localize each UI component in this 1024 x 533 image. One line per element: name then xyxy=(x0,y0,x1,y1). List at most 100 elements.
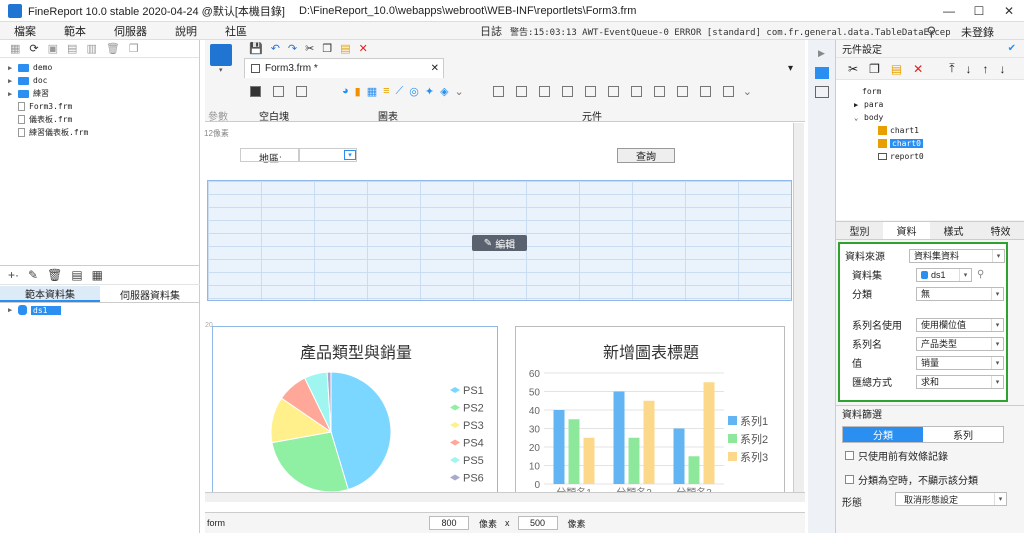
width-input[interactable]: 800 xyxy=(429,516,469,530)
chart1-block[interactable]: 產品類型與銷量 PS1 PS2 PS3 PS4 PS5 PS6 xyxy=(212,326,498,494)
area-chart-icon[interactable]: ≡ xyxy=(383,85,389,97)
dataset-select[interactable]: ds1 ▾ xyxy=(916,267,972,282)
textbox-widget-icon[interactable] xyxy=(515,85,527,97)
vertical-scrollbar[interactable] xyxy=(793,123,804,493)
delete-icon[interactable]: ✕ xyxy=(913,62,923,76)
tree-item-demo[interactable]: ▶ demo xyxy=(8,61,199,74)
tree-chart1[interactable]: chart1 xyxy=(836,124,1024,137)
tree-chart0[interactable]: chart0 xyxy=(836,137,1024,150)
dataset-item[interactable]: ▶ ds1 xyxy=(8,305,61,315)
maximize-button[interactable]: ☐ xyxy=(964,0,994,22)
move-bottom-icon[interactable]: ↓ xyxy=(1000,62,1006,76)
tab-block-icon[interactable] xyxy=(273,85,284,97)
file-widget-icon[interactable] xyxy=(722,85,734,97)
map-chart-icon[interactable]: ◈ xyxy=(440,85,448,98)
value-select[interactable]: 销量 ▾ xyxy=(916,355,1004,370)
tree-item-form3[interactable]: Form3.frm xyxy=(8,100,199,113)
pin-icon[interactable]: ✔ xyxy=(1008,43,1016,54)
tree-form[interactable]: form xyxy=(836,85,1024,98)
cut-icon[interactable]: ✂ xyxy=(848,62,858,76)
tab-data[interactable]: 資料 xyxy=(883,222,930,239)
gauge-chart-icon[interactable]: ◎ xyxy=(409,85,419,98)
button-widget-icon[interactable] xyxy=(561,85,573,97)
seg-series[interactable]: 系列 xyxy=(923,427,1003,442)
check-hide-empty[interactable]: 分類為空時，不顯示該分類 xyxy=(845,472,978,487)
warning-message[interactable]: 警告:15:03:13 AWT-EventQueue-0 ERROR [stan… xyxy=(510,25,950,38)
tab-template-dataset[interactable]: 範本資料集 xyxy=(0,286,100,302)
chart0-block[interactable]: 新增圖表標題0102030405060分類名1分類名2分類名3系列1系列2系列3 xyxy=(515,326,785,499)
delete-icon[interactable]: ✕ xyxy=(359,42,368,55)
edit-button[interactable]: ✎ 編輯 xyxy=(472,235,527,251)
close-button[interactable]: ✕ xyxy=(994,0,1024,22)
tab-type[interactable]: 型別 xyxy=(836,222,883,239)
tree-para[interactable]: ▶ para xyxy=(836,98,1024,111)
search-icon[interactable]: ⚲ xyxy=(977,269,984,280)
list-widget-icon[interactable] xyxy=(630,85,642,97)
combo-widget-icon[interactable] xyxy=(584,85,596,97)
new-folder-icon[interactable]: ▦ xyxy=(10,42,20,55)
report-block-icon[interactable] xyxy=(296,85,307,97)
source-select[interactable]: 資料集資料 ▾ xyxy=(909,248,1005,263)
move-down-icon[interactable]: ↓ xyxy=(966,62,972,76)
tree-item-dashboard[interactable]: 儀表板.frm xyxy=(8,113,199,126)
login-link[interactable]: 未登錄 xyxy=(961,24,994,40)
paste-icon[interactable]: ▤ xyxy=(340,42,350,55)
open-icon[interactable]: ▣ xyxy=(48,42,58,55)
tab-close-icon[interactable]: ✕ xyxy=(431,63,439,74)
relation-icon[interactable]: ▦ xyxy=(92,268,103,282)
save-icon[interactable]: 💾 xyxy=(249,42,263,55)
widget-more-icon[interactable]: ⌄ xyxy=(743,85,752,98)
preview-dataset-icon[interactable]: ▤ xyxy=(71,268,82,282)
menu-template[interactable]: 範本 xyxy=(50,23,100,39)
menu-file[interactable]: 檔案 xyxy=(0,23,50,39)
pie-chart-icon[interactable]: ◕ xyxy=(342,85,349,97)
redo-icon[interactable]: ↷ xyxy=(288,42,297,55)
chart-more-icon[interactable]: ⌄ xyxy=(455,85,464,98)
move-top-icon[interactable]: ⤒ xyxy=(949,61,954,76)
tab-effect[interactable]: 特效 xyxy=(977,222,1024,239)
delete-dataset-icon[interactable]: 🗑 xyxy=(47,268,62,282)
tab-menu-icon[interactable]: ▾ xyxy=(788,63,793,74)
move-up-icon[interactable]: ↑ xyxy=(983,62,989,76)
minimize-button[interactable]: — xyxy=(934,0,964,22)
bar-chart-icon[interactable]: ▮ xyxy=(355,85,361,98)
cut-icon[interactable]: ✂ xyxy=(305,42,314,55)
label-widget-icon[interactable] xyxy=(492,85,504,97)
tree-widget-icon[interactable] xyxy=(653,85,665,97)
menu-server[interactable]: 伺服器 xyxy=(100,23,161,39)
region-dropdown-icon[interactable]: ▾ xyxy=(344,150,356,160)
radio-widget-icon[interactable] xyxy=(699,85,711,97)
scatter-chart-icon[interactable]: ⟋ xyxy=(396,85,404,98)
template-tab[interactable]: Form3.frm * ✕ xyxy=(244,58,444,78)
template-dropdown-icon[interactable]: ▾ xyxy=(219,66,223,74)
copy-icon[interactable]: ❐ xyxy=(322,42,332,55)
rename-icon[interactable]: ▤ xyxy=(67,42,77,55)
widget-settings-icon[interactable] xyxy=(814,67,829,79)
tab-server-dataset[interactable]: 伺服器資料集 xyxy=(100,286,200,302)
query-button[interactable]: 查詢 xyxy=(617,148,675,163)
checkbox-widget-icon[interactable] xyxy=(676,85,688,97)
shape-select[interactable]: 取消形態設定 ▾ xyxy=(895,492,1007,506)
date-widget-icon[interactable] xyxy=(607,85,619,97)
aggregate-select[interactable]: 求和 ▾ xyxy=(916,374,1004,389)
paste-icon[interactable]: ▤ xyxy=(891,62,902,76)
collapse-icon[interactable]: ▶ xyxy=(815,48,829,60)
delete-icon[interactable]: 🗑 xyxy=(106,42,120,55)
tab-style[interactable]: 樣式 xyxy=(930,222,977,239)
log-link[interactable]: 日誌 xyxy=(480,23,502,39)
edit-dataset-icon[interactable]: ✎ xyxy=(28,268,38,282)
undo-icon[interactable]: ↶ xyxy=(271,42,280,55)
copy-icon[interactable]: ❐ xyxy=(129,42,139,55)
tree-report0[interactable]: report0 xyxy=(836,150,1024,163)
refresh-icon[interactable]: ⟳ xyxy=(29,42,38,55)
lock-icon[interactable]: ▥ xyxy=(86,42,96,55)
block-icon[interactable] xyxy=(250,85,261,97)
search-icon[interactable]: ⚲ xyxy=(926,24,936,40)
horizontal-scrollbar[interactable] xyxy=(205,492,805,502)
height-input[interactable]: 500 xyxy=(517,516,558,530)
copy-icon[interactable]: ❐ xyxy=(869,62,880,76)
category-select[interactable]: 無 ▾ xyxy=(916,286,1004,301)
form-template-icon[interactable] xyxy=(210,44,232,66)
add-dataset-icon[interactable]: +· xyxy=(8,268,19,282)
series-use-select[interactable]: 使用欄位值 ▾ xyxy=(916,317,1004,332)
